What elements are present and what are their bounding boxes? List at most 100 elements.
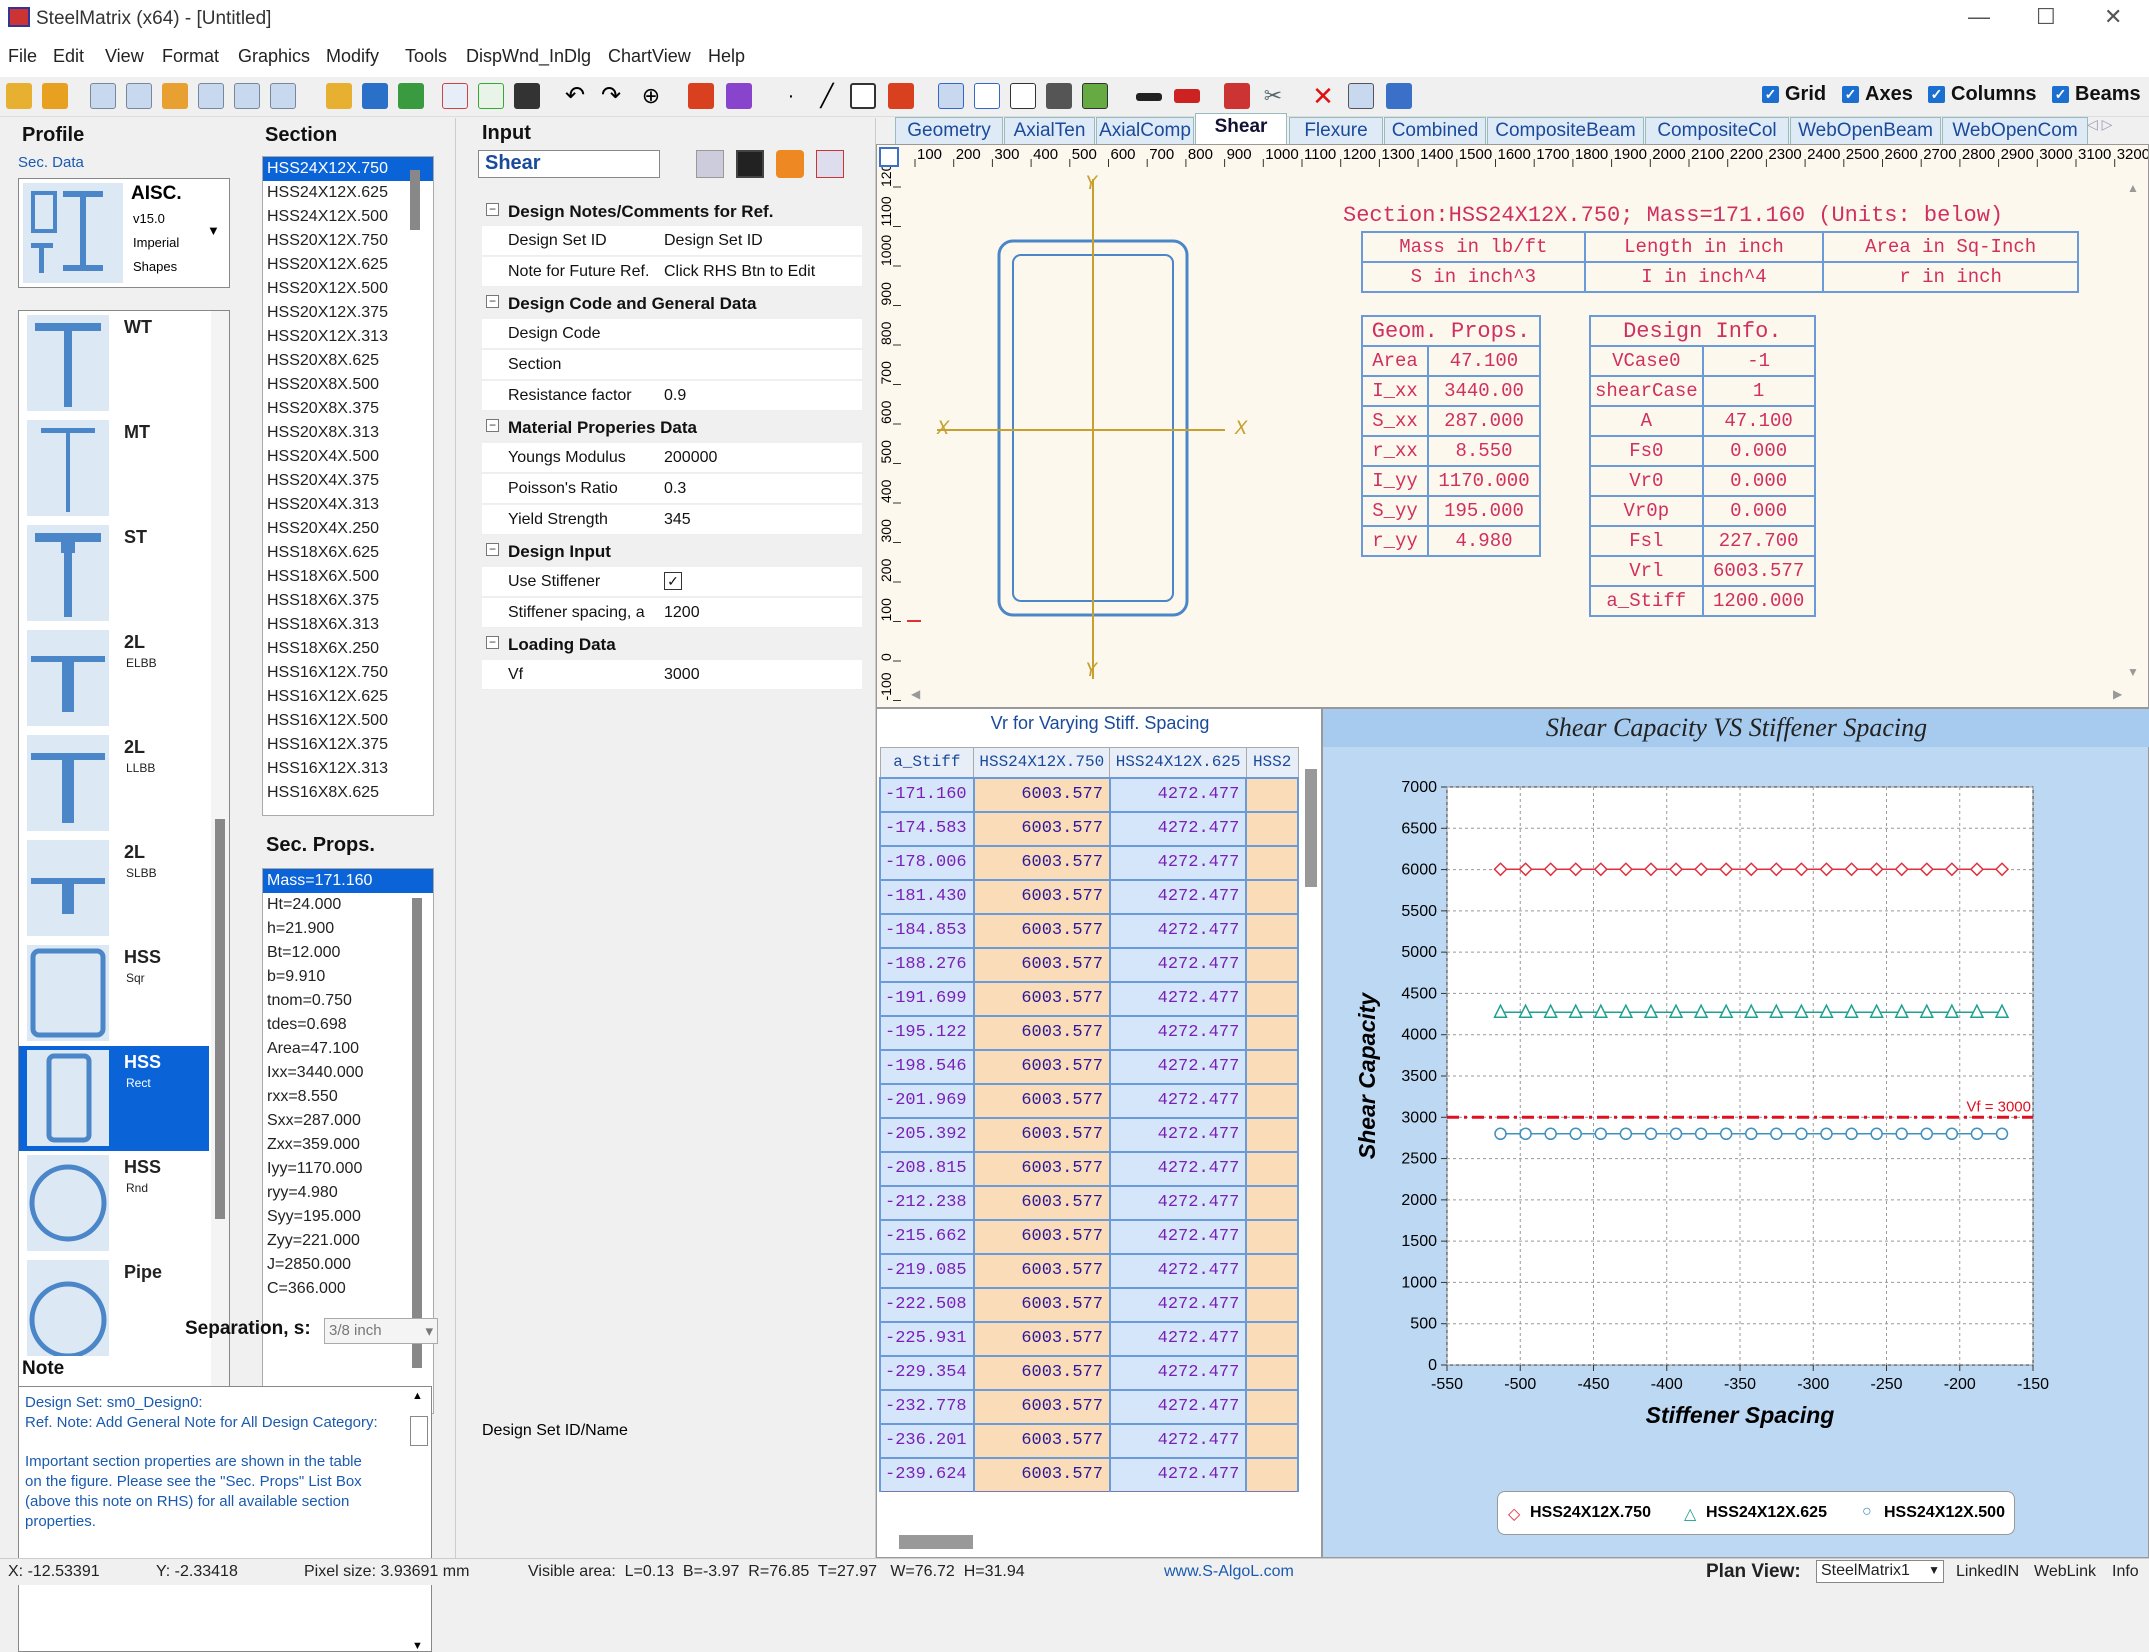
results-cell[interactable]: 6003.577 — [972, 912, 1111, 948]
excel-icon[interactable] — [478, 83, 504, 109]
section-list-item[interactable]: HSS20X8X.625 — [263, 349, 433, 373]
menu-dispwnd[interactable]: DispWnd_InDlg — [466, 46, 591, 67]
results-cell-empty[interactable] — [1245, 912, 1299, 948]
section-list-item[interactable]: HSS16X12X.625 — [263, 685, 433, 709]
section-list-item[interactable]: HSS20X12X.750 — [263, 229, 433, 253]
results-cell[interactable]: 6003.577 — [972, 1116, 1111, 1152]
results-row[interactable]: -239.624 6003.577 4272.477 — [879, 1456, 1299, 1492]
tool-icon-9[interactable] — [362, 83, 388, 109]
results-cell[interactable]: 6003.577 — [972, 810, 1111, 846]
undo-icon[interactable]: ↶ — [562, 83, 588, 109]
collapse-icon[interactable]: − — [486, 203, 499, 216]
section-list-item[interactable]: HSS20X4X.250 — [263, 517, 433, 541]
drawing-scroll-left-icon[interactable]: ◀ — [911, 687, 920, 701]
tab-combined[interactable]: Combined — [1384, 117, 1486, 144]
results-cell[interactable]: 4272.477 — [1108, 1116, 1247, 1152]
profile-item-wt[interactable]: WT — [19, 311, 209, 416]
results-cell[interactable]: 4272.477 — [1108, 1048, 1247, 1084]
profile-scroll-thumb[interactable] — [215, 819, 225, 1219]
results-cell-empty[interactable] — [1245, 810, 1299, 846]
results-row[interactable]: -236.201 6003.577 4272.477 — [879, 1422, 1299, 1458]
results-row[interactable]: -171.160 6003.577 4272.477 — [879, 776, 1299, 812]
results-cell[interactable]: -208.815 — [879, 1150, 975, 1186]
columns-checkbox-icon[interactable]: ✓ — [1928, 86, 1945, 103]
grid-row-value[interactable]: 1200 — [664, 604, 700, 622]
grid-row[interactable]: Poisson's Ratio 0.3 — [482, 474, 862, 504]
results-row[interactable]: -174.583 6003.577 4272.477 — [879, 810, 1299, 846]
results-cell[interactable]: -198.546 — [879, 1048, 975, 1084]
profile-item-hss-rnd[interactable]: HSS Rnd — [19, 1151, 209, 1256]
profile-item-2l-elbb[interactable]: 2L ELBB — [19, 626, 209, 731]
results-cell[interactable]: -201.969 — [879, 1082, 975, 1118]
grid-category[interactable]: − Design Input — [482, 536, 862, 566]
note-scrollbar[interactable]: ▲ ▼ — [410, 1390, 428, 1652]
close-button[interactable]: ✕ — [2104, 4, 2122, 30]
section-list-item[interactable]: HSS20X8X.500 — [263, 373, 433, 397]
tool-icon-22[interactable] — [1348, 83, 1374, 109]
results-cell-empty[interactable] — [1245, 1116, 1299, 1152]
results-cell[interactable]: -225.931 — [879, 1320, 975, 1356]
results-row[interactable]: -232.778 6003.577 4272.477 — [879, 1388, 1299, 1424]
tool-icon-5[interactable] — [162, 83, 188, 109]
results-cell[interactable]: 4272.477 — [1108, 1252, 1247, 1288]
profile-item-pipe[interactable]: Pipe — [19, 1256, 209, 1361]
tab-flexure[interactable]: Flexure — [1289, 117, 1383, 144]
tool-icon-3[interactable] — [90, 83, 116, 109]
tab-scroll-icons[interactable]: ◁ ▷ — [2087, 116, 2112, 133]
results-cell[interactable]: 6003.577 — [972, 1218, 1111, 1254]
chevron-down-icon[interactable]: ▼ — [207, 223, 220, 238]
profile-item-hss-sqr[interactable]: HSS Sqr — [19, 941, 209, 1046]
menu-graphics[interactable]: Graphics — [238, 46, 310, 67]
results-header-cell[interactable]: a_Stiff — [879, 747, 975, 778]
sec-prop-item[interactable]: Ixx=3440.000 — [263, 1061, 433, 1085]
results-row[interactable]: -222.508 6003.577 4272.477 — [879, 1286, 1299, 1322]
results-cell[interactable]: -236.201 — [879, 1422, 975, 1458]
section-list-item[interactable]: HSS20X4X.500 — [263, 445, 433, 469]
grid-row-value[interactable]: Design Set ID — [664, 232, 763, 250]
results-cell-empty[interactable] — [1245, 1388, 1299, 1424]
sec-prop-item[interactable]: Syy=195.000 — [263, 1205, 433, 1229]
sec-prop-item[interactable]: Zyy=221.000 — [263, 1229, 433, 1253]
profile-item-2l-slbb[interactable]: 2L SLBB — [19, 836, 209, 941]
profile-item-mt[interactable]: MT — [19, 416, 209, 521]
results-cell[interactable]: 4272.477 — [1108, 1286, 1247, 1322]
results-cell[interactable]: 4272.477 — [1108, 1456, 1247, 1492]
results-cell-empty[interactable] — [1245, 1014, 1299, 1050]
results-cell[interactable]: 4272.477 — [1108, 1388, 1247, 1424]
results-cell[interactable]: 4272.477 — [1108, 1354, 1247, 1390]
drawing-scroll-up-icon[interactable]: ▲ — [2127, 181, 2139, 195]
results-header-cell[interactable]: HSS24X12X.750 — [973, 747, 1111, 778]
tool-icon-23[interactable] — [1386, 83, 1412, 109]
results-cell[interactable]: -219.085 — [879, 1252, 975, 1288]
tab-compositecol[interactable]: CompositeCol — [1645, 117, 1789, 144]
section-list-item[interactable]: HSS20X4X.375 — [263, 469, 433, 493]
tool-icon-13[interactable] — [888, 83, 914, 109]
grid-row[interactable]: Vf 3000 — [482, 660, 862, 690]
results-cell-empty[interactable] — [1245, 1150, 1299, 1186]
results-cell[interactable]: 6003.577 — [972, 776, 1111, 812]
section-list-item[interactable]: HSS16X12X.313 — [263, 757, 433, 781]
section-list-item[interactable]: HSS20X12X.375 — [263, 301, 433, 325]
grid-row[interactable]: Design Code — [482, 319, 862, 349]
point-icon[interactable]: · — [778, 83, 804, 109]
results-cell[interactable]: 6003.577 — [972, 1354, 1111, 1390]
grid-row[interactable]: Yield Strength 345 — [482, 505, 862, 535]
save-design-icon[interactable] — [736, 150, 764, 178]
axes-toggle[interactable]: ✓ Axes — [1842, 83, 1913, 106]
results-row[interactable]: -212.238 6003.577 4272.477 — [879, 1184, 1299, 1220]
menu-tools[interactable]: Tools — [405, 46, 447, 67]
results-cell[interactable]: 6003.577 — [972, 946, 1111, 982]
beams-toggle[interactable]: ✓ Beams — [2052, 83, 2141, 106]
tool-icon-6[interactable] — [198, 83, 224, 109]
grid-row-value[interactable]: 0.3 — [664, 480, 686, 498]
plan-view-select[interactable]: SteelMatrix1 ▼ — [1816, 1560, 1944, 1583]
tab-axialcomp[interactable]: AxialComp — [1096, 117, 1194, 144]
results-row[interactable]: -195.122 6003.577 4272.477 — [879, 1014, 1299, 1050]
sec-prop-item[interactable]: Area=47.100 — [263, 1037, 433, 1061]
results-cell-empty[interactable] — [1245, 844, 1299, 880]
sec-prop-item[interactable]: Sxx=287.000 — [263, 1109, 433, 1133]
results-cell-empty[interactable] — [1245, 1286, 1299, 1322]
beams-checkbox-icon[interactable]: ✓ — [2052, 86, 2069, 103]
results-cell[interactable]: 6003.577 — [972, 1150, 1111, 1186]
copy-icon[interactable] — [696, 150, 724, 178]
